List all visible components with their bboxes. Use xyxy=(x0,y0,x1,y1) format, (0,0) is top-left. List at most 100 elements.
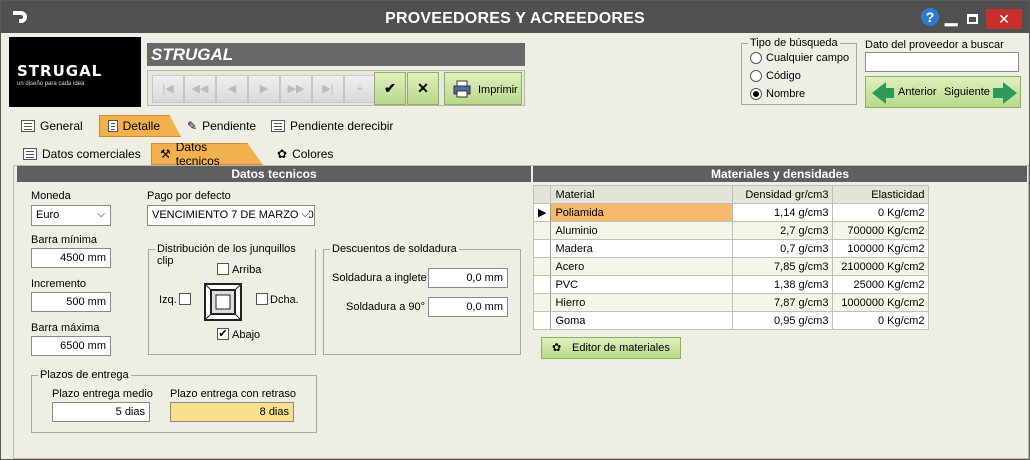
tab-colores[interactable]: ✿ Colores xyxy=(269,143,341,165)
list-icon xyxy=(23,148,37,160)
currency-select[interactable]: Euro ⌵ xyxy=(31,205,111,226)
maximize-button[interactable] xyxy=(967,14,978,24)
clip-left-label: Izq. xyxy=(159,294,177,306)
clip-distribution-group: Distribución de los junquillos clip Arri… xyxy=(148,243,316,355)
search-navigation: Anterior Siguiente xyxy=(865,76,1021,108)
welding-group: Descuentos de soldadura Soldadura a ingl… xyxy=(323,243,521,355)
clip-right-checkbox[interactable] xyxy=(256,293,268,305)
clip-top-checkbox[interactable] xyxy=(217,263,229,275)
bar-min-label: Barra mínima xyxy=(31,234,98,246)
tab-detalle[interactable]: Detalle xyxy=(99,115,181,137)
search-input[interactable] xyxy=(865,52,1019,72)
materials-header: Materiales y densidades xyxy=(533,166,1027,182)
confirm-button[interactable]: ✔ xyxy=(374,72,406,105)
first-record-button[interactable]: |◀ xyxy=(152,75,184,103)
row-pointer-icon: ▶ xyxy=(532,203,552,222)
record-toolbar: |◀ ◀◀ ◀ ▶ ▶▶ ▶| + − ✔ ✕ Imprimir xyxy=(147,70,525,106)
logo-subtitle: un diseño para cada idea xyxy=(17,81,85,87)
cancel-button[interactable]: ✕ xyxy=(407,72,439,105)
tab-pendiente[interactable]: ✎DetallePendiente xyxy=(179,115,264,137)
delivery-group: Plazos de entrega Plazo entrega medio 5 … xyxy=(31,369,317,433)
clip-left-checkbox[interactable] xyxy=(179,293,191,305)
search-option-name[interactable]: Nombre xyxy=(750,88,805,100)
table-row[interactable]: Madera 0,7 g/cm3 100000 Kg/cm2 xyxy=(532,239,930,258)
palette-icon: ✿ xyxy=(277,147,288,161)
search-next-button[interactable]: Siguiente xyxy=(944,86,990,98)
add-record-button[interactable]: + xyxy=(344,75,376,103)
chevron-down-icon: ⌵ xyxy=(301,209,309,220)
weld-90-input[interactable]: 0,0 mm xyxy=(428,297,508,317)
radio-indicator xyxy=(750,88,762,100)
hammer-icon: ⚒ xyxy=(160,147,171,161)
welding-label: Descuentos de soldadura xyxy=(330,243,459,255)
list-icon xyxy=(271,120,285,132)
column-header[interactable]: Material xyxy=(550,185,734,204)
search-prev-button[interactable]: Anterior xyxy=(898,86,937,98)
palette-icon: ✿ xyxy=(552,342,562,354)
column-header[interactable]: Densidad gr/cm3 xyxy=(732,185,834,204)
edit-icon: ✎ xyxy=(187,119,198,133)
weld-miter-label: Soldadura a inglete xyxy=(332,272,427,284)
delivery-avg-input[interactable]: 5 dias xyxy=(52,402,150,422)
delivery-late-label: Plazo entrega con retraso xyxy=(170,388,296,400)
table-row[interactable]: Aluminio 2,7 g/cm3 700000 Kg/cm2 xyxy=(532,221,930,240)
minimize-button[interactable]: ▁ xyxy=(945,7,957,27)
weld-90-label: Soldadura a 90° xyxy=(346,301,426,313)
table-row[interactable]: Hierro 7,87 g/cm3 1000000 Kg/cm2 xyxy=(532,293,930,312)
radio-indicator xyxy=(750,70,762,82)
clip-top-label: Arriba xyxy=(232,264,262,276)
bar-max-label: Barra máxima xyxy=(31,322,100,334)
bar-min-input[interactable]: 4500 mm xyxy=(31,248,111,268)
clip-bottom-label: Abajo xyxy=(232,329,261,341)
title-bar: PROVEEDORES Y ACREEDORES ? ▁ ✕ xyxy=(1,1,1029,33)
table-header-row: Material Densidad gr/cm3 Elasticidad xyxy=(532,185,930,204)
bar-max-input[interactable]: 6500 mm xyxy=(31,336,111,356)
currency-label: Moneda xyxy=(31,190,71,202)
table-row[interactable]: ▶ Poliamida 1,14 g/cm3 0 Kg/cm2 xyxy=(532,203,930,222)
close-button[interactable]: ✕ xyxy=(986,9,1022,29)
logo-text: STRUGAL xyxy=(17,62,103,80)
search-option-code[interactable]: Código xyxy=(750,70,801,82)
tech-data-header: Datos tecnicos xyxy=(17,166,531,182)
print-button[interactable]: Imprimir xyxy=(444,72,522,105)
materials-editor-button[interactable]: ✿ Editor de materiales xyxy=(541,337,681,359)
arrow-right-icon xyxy=(1003,82,1017,104)
search-option-any[interactable]: Cualquier campo xyxy=(750,52,849,64)
increment-label: Incremento xyxy=(31,278,87,290)
tab-datos-tecnicos[interactable]: ⚒ Datos tecnicos xyxy=(151,143,263,165)
clip-right-label: Dcha. xyxy=(270,294,299,306)
next-record-button[interactable]: ▶ xyxy=(248,75,280,103)
increment-input[interactable]: 500 mm xyxy=(31,292,111,312)
window-title: PROVEEDORES Y ACREEDORES xyxy=(385,10,645,27)
clip-bottom-checkbox[interactable]: ✔ xyxy=(217,328,229,340)
search-type-group: Tipo de búsqueda Cualquier campo Código … xyxy=(741,37,857,105)
tab-pendiente-label: Pendiente xyxy=(202,119,257,133)
help-icon[interactable]: ? xyxy=(921,8,939,26)
delivery-label: Plazos de entrega xyxy=(38,369,131,381)
app-window: PROVEEDORES Y ACREEDORES ? ▁ ✕ STRUGAL u… xyxy=(0,0,1030,460)
prev-record-button[interactable]: ◀ xyxy=(216,75,248,103)
chevron-down-icon: ⌵ xyxy=(97,209,105,220)
frame-profile-icon xyxy=(204,283,242,321)
tab-general[interactable]: General xyxy=(13,115,91,137)
form-icon xyxy=(108,120,118,132)
tab-pendiente-recibir[interactable]: Pendiente derecibir xyxy=(263,115,401,137)
search-type-label: Tipo de búsqueda xyxy=(748,37,840,49)
printer-icon xyxy=(453,80,471,98)
delivery-late-input[interactable]: 8 dias xyxy=(170,402,294,422)
column-header[interactable]: Elasticidad xyxy=(832,185,930,204)
table-row[interactable]: Acero 7,85 g/cm3 2100000 Kg/cm2 xyxy=(532,257,930,276)
payment-select[interactable]: VENCIMIENTO 7 DE MARZO 20 ⌵ xyxy=(147,205,315,226)
prev-page-button[interactable]: ◀◀ xyxy=(184,75,216,103)
company-logo: STRUGAL un diseño para cada idea xyxy=(9,37,141,107)
weld-miter-input[interactable]: 0,0 mm xyxy=(428,268,508,288)
next-page-button[interactable]: ▶▶ xyxy=(280,75,312,103)
radio-indicator xyxy=(750,52,762,64)
last-record-button[interactable]: ▶| xyxy=(312,75,344,103)
materials-table: Material Densidad gr/cm3 Elasticidad ▶ Po… xyxy=(532,185,930,330)
table-row[interactable]: Goma 0,95 g/cm3 0 Kg/cm2 xyxy=(532,311,930,330)
table-row[interactable]: PVC 1,38 g/cm3 25000 Kg/cm2 xyxy=(532,275,930,294)
tab-datos-comerciales[interactable]: Datos comerciales xyxy=(15,143,149,165)
search-field-label: Dato del proveedor a buscar xyxy=(865,39,1004,51)
payment-label: Pago por defecto xyxy=(147,190,231,202)
